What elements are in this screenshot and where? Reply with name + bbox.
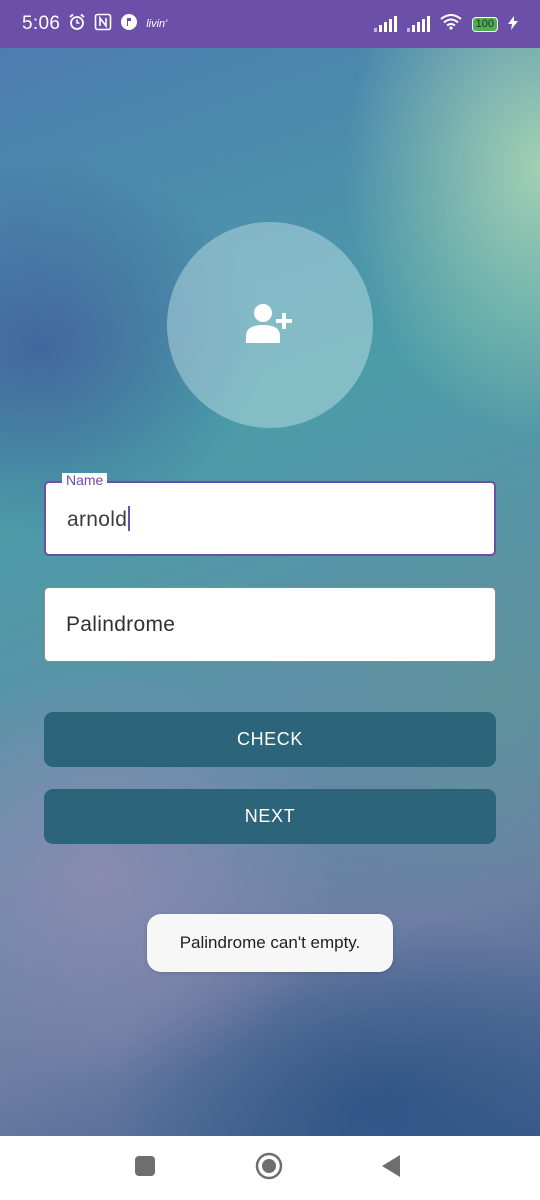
- check-button[interactable]: CHECK: [44, 712, 496, 767]
- name-field[interactable]: Name arnold: [44, 473, 496, 556]
- livin-icon: livin': [146, 18, 168, 30]
- status-left: 5:06 livin': [22, 13, 167, 35]
- signal-sim1-icon: [373, 16, 397, 32]
- text-cursor: [128, 506, 131, 531]
- next-button[interactable]: NEXT: [44, 789, 496, 844]
- alarm-icon: [68, 13, 86, 35]
- add-photo-avatar-button[interactable]: [167, 222, 373, 428]
- recents-square-icon: [134, 1155, 156, 1182]
- toast-message: Palindrome can't empty.: [147, 914, 393, 972]
- nfc-icon: [94, 13, 112, 35]
- status-time: 5:06: [22, 13, 61, 34]
- name-field-label: Name: [62, 473, 108, 487]
- palindrome-field-placeholder: Palindrome: [66, 613, 176, 636]
- signal-sim2-icon: [406, 16, 430, 32]
- back-button[interactable]: [356, 1136, 426, 1200]
- add-person-icon: [244, 301, 296, 350]
- home-button[interactable]: [234, 1136, 304, 1200]
- name-field-value[interactable]: arnold: [67, 506, 131, 532]
- back-triangle-icon: [380, 1154, 402, 1183]
- charging-bolt-icon: [508, 15, 518, 33]
- recents-button[interactable]: [110, 1136, 180, 1200]
- status-bar: 5:06 livin' 100: [0, 0, 540, 48]
- app-notification-icon: [120, 13, 138, 35]
- battery-icon: 100: [471, 16, 498, 32]
- battery-level: 100: [475, 18, 494, 30]
- name-input-text: arnold: [67, 508, 128, 531]
- home-circle-icon: [255, 1152, 283, 1185]
- wifi-icon: [440, 13, 462, 35]
- palindrome-field[interactable]: Palindrome: [44, 587, 496, 662]
- status-right: 100: [373, 13, 518, 35]
- system-navigation-bar: [0, 1136, 540, 1200]
